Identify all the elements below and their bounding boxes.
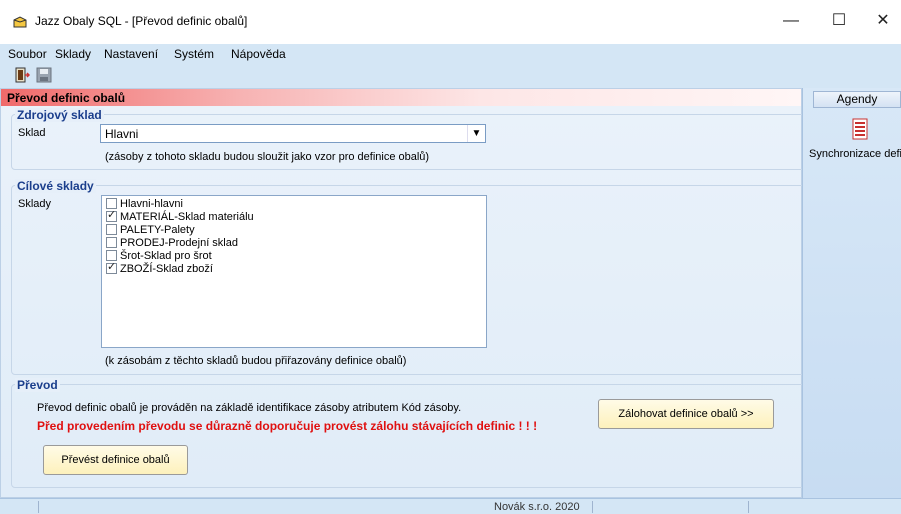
transfer-group-title: Převod — [15, 378, 60, 392]
targets-group-title: Cílové sklady — [15, 179, 96, 193]
backup-definitions-button[interactable]: Zálohovat definice obalů >> — [598, 399, 774, 429]
targets-label: Sklady — [18, 198, 52, 210]
source-selected: Hlavni — [105, 127, 139, 141]
maximize-button[interactable]: ☐ — [828, 10, 850, 32]
menu-sklady[interactable]: Sklady — [55, 47, 91, 61]
convert-definitions-button[interactable]: Převést definice obalů — [43, 445, 188, 475]
target-warehouses-list[interactable]: Hlavni-hlavni MATERIÁL-Sklad materiálu P… — [101, 195, 487, 348]
chevron-down-icon[interactable]: ▼ — [467, 125, 485, 142]
source-hint: (zásoby z tohoto skladu budou sloužit ja… — [105, 151, 430, 163]
source-label: Sklad — [18, 127, 46, 139]
menu-soubor[interactable]: Soubor — [8, 47, 47, 61]
agendy-panel: Agendy Synchronizace defi — [802, 88, 901, 498]
checkbox[interactable] — [106, 250, 117, 261]
list-item[interactable]: Šrot-Sklad pro šrot — [106, 250, 212, 262]
list-item[interactable]: Hlavni-hlavni — [106, 198, 183, 210]
source-warehouse-select[interactable]: Hlavni ▼ — [100, 124, 486, 143]
menu-nastaveni[interactable]: Nastavení — [104, 47, 158, 61]
app-box-icon — [13, 16, 27, 28]
menu-napoveda[interactable]: Nápověda — [231, 47, 286, 61]
toolbar — [0, 64, 901, 88]
window-title: Jazz Obaly SQL - [Převod definic obalů] — [35, 14, 248, 28]
panel-title: Převod definic obalů — [7, 91, 126, 105]
close-button[interactable]: ✕ — [872, 10, 894, 32]
panel-header: Převod definic obalů — [1, 89, 801, 106]
title-bar: Jazz Obaly SQL - [Převod definic obalů] … — [0, 0, 901, 44]
status-company: Novák s.r.o. 2020 — [494, 501, 580, 513]
source-group-title: Zdrojový sklad — [15, 108, 104, 122]
checkbox[interactable] — [106, 237, 117, 248]
exit-door-icon[interactable] — [14, 67, 30, 83]
agendy-header[interactable]: Agendy — [813, 91, 901, 108]
sync-definitions-label[interactable]: Synchronizace defi — [809, 148, 901, 160]
checkbox[interactable] — [106, 198, 117, 209]
list-item[interactable]: PALETY-Palety — [106, 224, 195, 236]
list-item[interactable]: MATERIÁL-Sklad materiálu — [106, 209, 254, 223]
menu-system[interactable]: Systém — [174, 47, 214, 61]
menu-bar: Soubor Sklady Nastavení Systém Nápověda — [0, 44, 901, 64]
list-item[interactable]: PRODEJ-Prodejní sklad — [106, 237, 238, 249]
transfer-info: Převod definic obalů je prováděn na zákl… — [37, 402, 462, 414]
checkbox[interactable] — [106, 224, 117, 235]
sync-list-icon[interactable] — [851, 118, 869, 140]
status-separator — [748, 501, 749, 513]
list-item[interactable]: ZBOŽÍ-Sklad zboží — [106, 261, 213, 275]
status-bar: Novák s.r.o. 2020 — [0, 498, 901, 514]
checkbox-checked[interactable] — [106, 209, 117, 222]
status-separator — [38, 501, 39, 513]
transfer-warning: Před provedením převodu se důrazně dopor… — [37, 419, 538, 433]
save-icon[interactable] — [36, 67, 52, 83]
checkbox-checked[interactable] — [106, 261, 117, 274]
targets-hint: (k zásobám z těchto skladů budou přiřazo… — [105, 355, 407, 367]
minimize-button[interactable]: — — [780, 10, 802, 32]
main-panel: Převod definic obalů Zdrojový sklad Skla… — [0, 88, 807, 498]
status-separator — [592, 501, 593, 513]
